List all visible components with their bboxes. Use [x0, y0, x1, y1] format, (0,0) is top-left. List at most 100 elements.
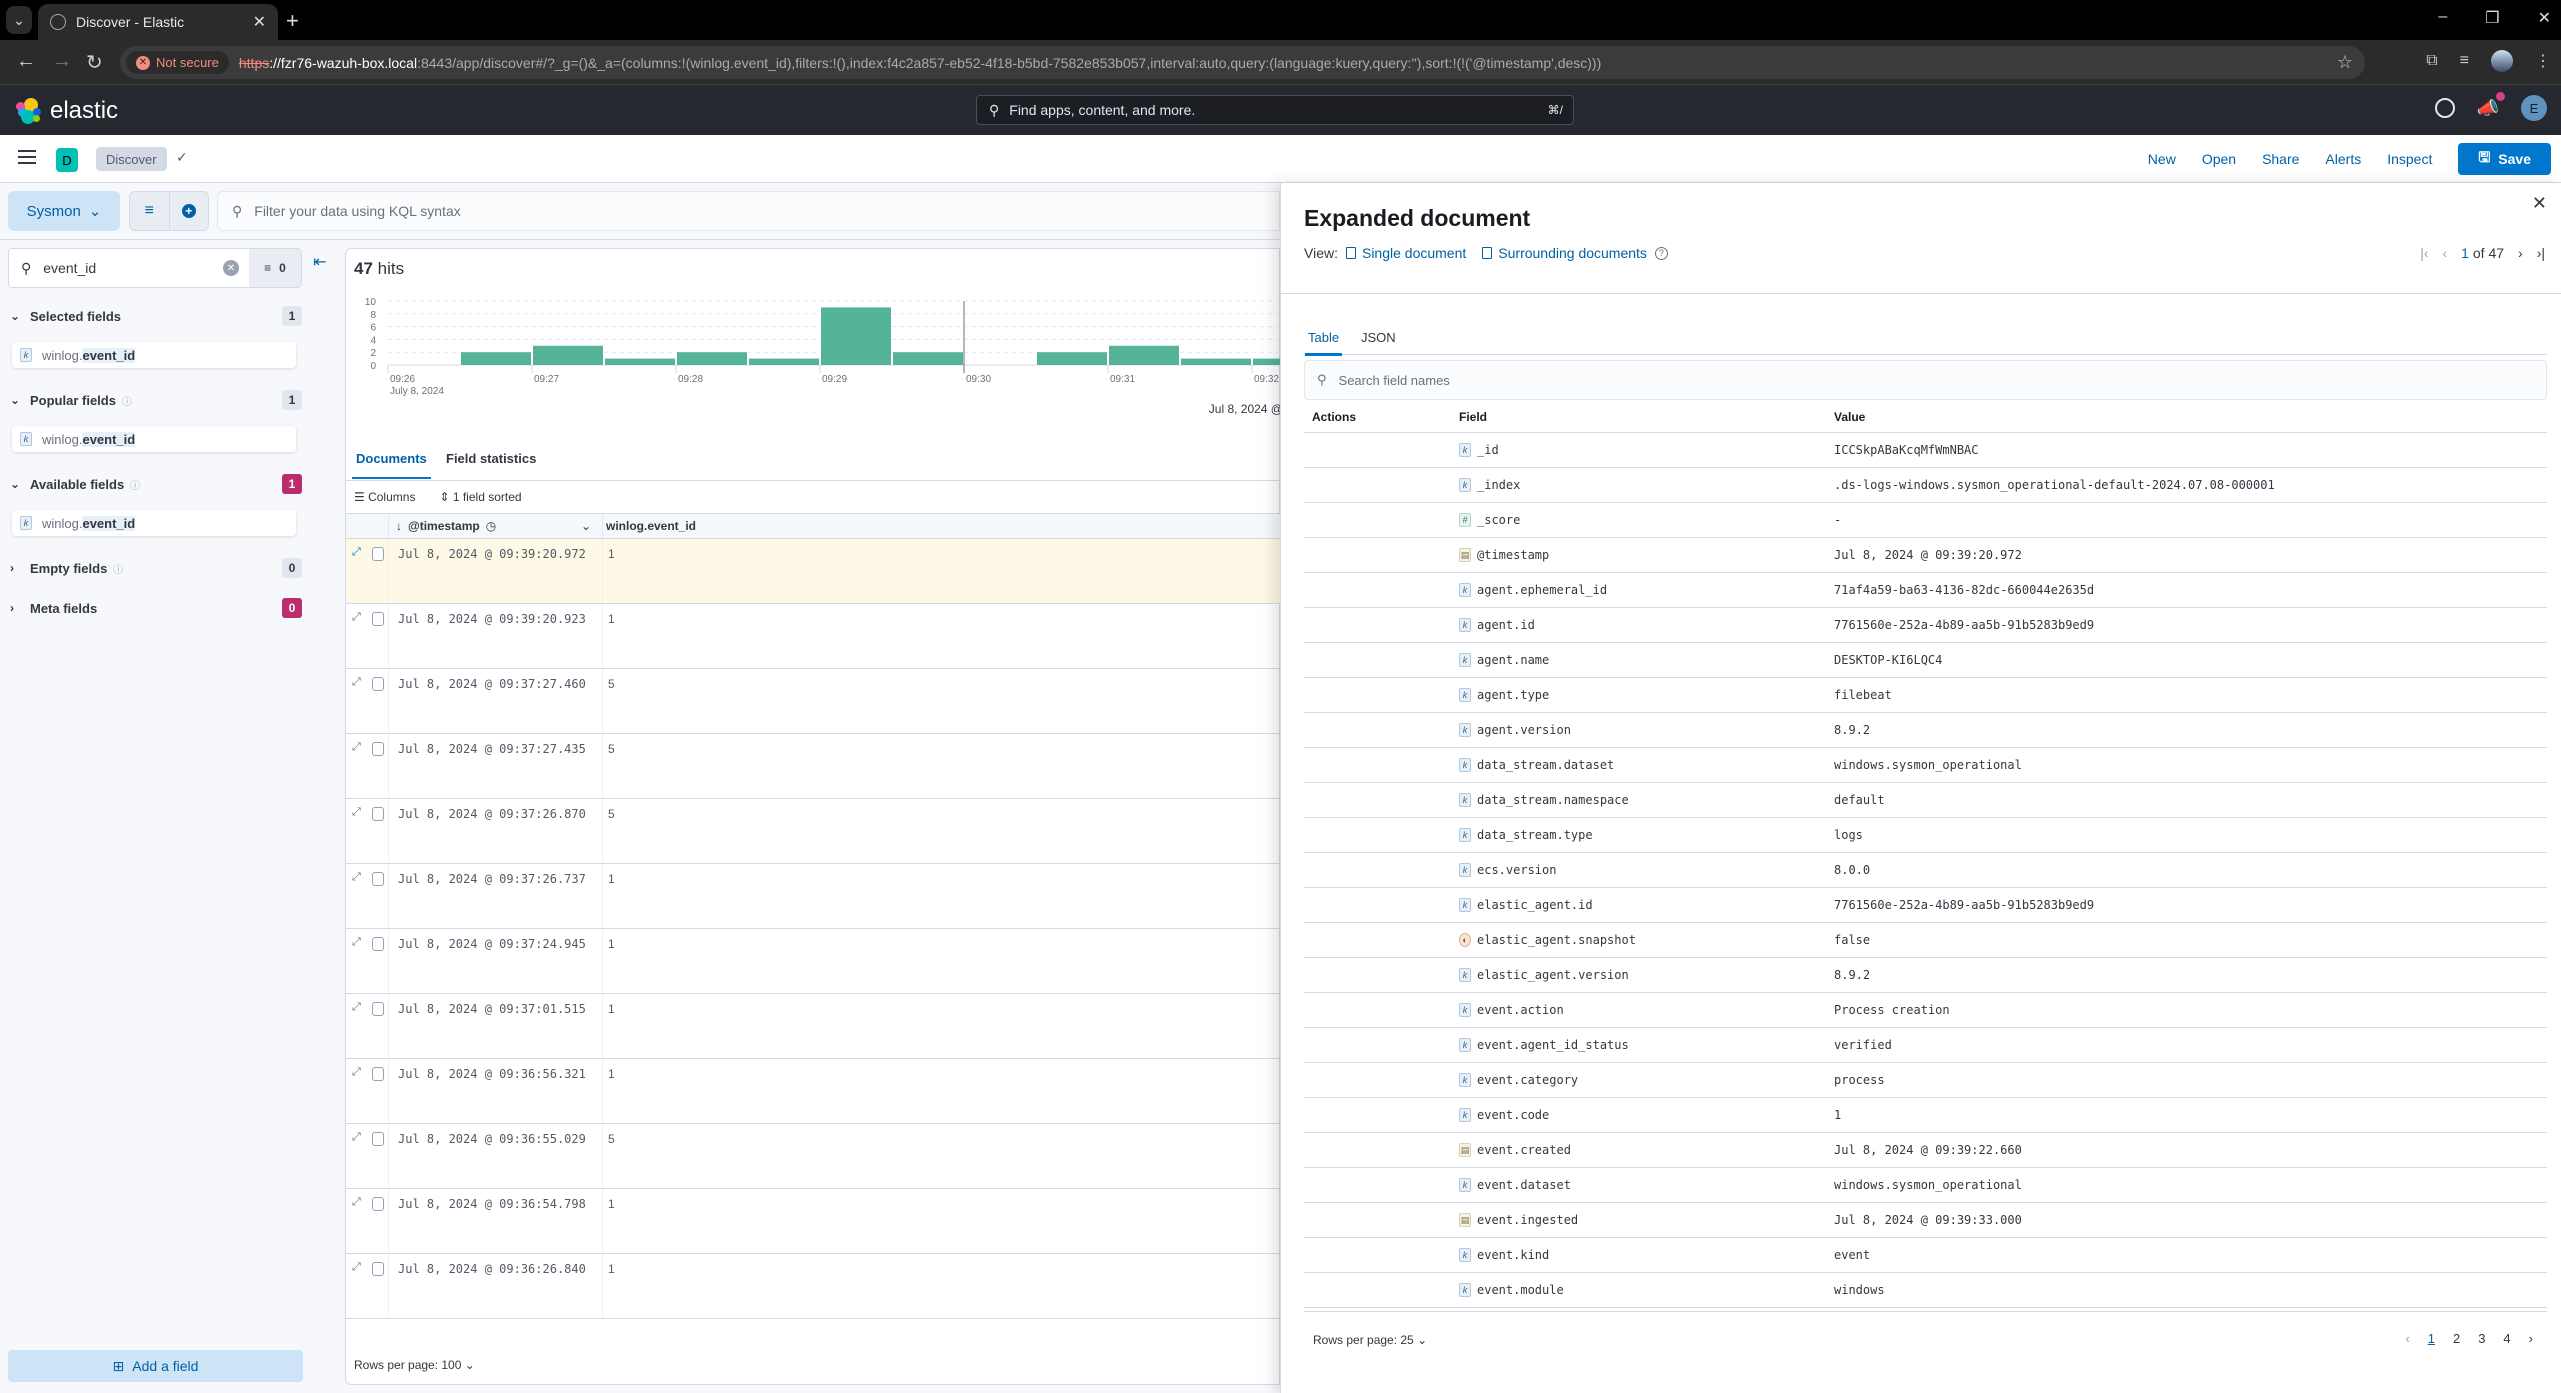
new-link[interactable]: New	[2148, 151, 2176, 167]
doc-field-row[interactable]: k agent.type filebeat	[1304, 678, 2547, 713]
histogram-bar[interactable]	[893, 352, 963, 365]
info-icon[interactable]: ⓘ	[122, 393, 132, 408]
row-checkbox[interactable]	[372, 937, 384, 951]
row-checkbox[interactable]	[372, 1132, 384, 1146]
page-1-button[interactable]: 1	[2428, 1331, 2435, 1346]
table-row[interactable]: ⤢ Jul 8, 2024 @ 09:37:27.460 5	[346, 669, 1281, 734]
info-icon[interactable]: ⓘ	[113, 561, 123, 576]
rows-per-page-button[interactable]: Rows per page: 25 ⌄	[1313, 1333, 1427, 1347]
doc-field-row[interactable]: k event.agent_id_status verified	[1304, 1028, 2547, 1063]
page-2-button[interactable]: 2	[2453, 1331, 2460, 1346]
row-checkbox[interactable]	[372, 872, 384, 886]
section-toggle[interactable]: › Empty fields ⓘ 0	[10, 556, 302, 580]
table-row[interactable]: ⤢ Jul 8, 2024 @ 09:36:55.029 5	[346, 1124, 1281, 1189]
collapse-sidebar-icon[interactable]: ⇤	[313, 252, 326, 272]
histogram-bar[interactable]	[1253, 358, 1281, 365]
table-row[interactable]: ⤢ Jul 8, 2024 @ 09:39:20.972 1	[346, 539, 1281, 604]
row-checkbox[interactable]	[372, 807, 384, 821]
histogram-bar[interactable]	[1037, 352, 1107, 365]
table-row[interactable]: ⤢ Jul 8, 2024 @ 09:37:01.515 1	[346, 994, 1281, 1059]
expand-row-icon[interactable]: ⤢	[352, 741, 361, 754]
columns-button[interactable]: ☰ Columns	[354, 490, 415, 504]
address-bar[interactable]: ✕ Not secure https://fzr76-wazuh-box.loca…	[120, 46, 2365, 79]
question-icon[interactable]: ?	[1654, 246, 1668, 260]
tab-search-button[interactable]: ⌄	[6, 6, 32, 34]
table-row[interactable]: ⤢ Jul 8, 2024 @ 09:37:26.737 1	[346, 864, 1281, 929]
expand-row-icon[interactable]: ⤢	[352, 676, 361, 689]
page-3-button[interactable]: 3	[2478, 1331, 2485, 1346]
histogram-bar[interactable]	[1181, 358, 1251, 365]
help-lifebuoy-icon[interactable]	[2434, 98, 2455, 118]
section-toggle[interactable]: ⌄ Popular fields ⓘ 1	[10, 388, 302, 412]
doc-field-row[interactable]: k agent.id 7761560e-252a-4b89-aa5b-91b5283…	[1304, 608, 2547, 643]
row-checkbox[interactable]	[372, 1002, 384, 1016]
previous-page-icon[interactable]: ‹	[2405, 1331, 2409, 1346]
breadcrumb-discover[interactable]: Discover	[96, 147, 167, 171]
row-checkbox[interactable]	[372, 1262, 384, 1276]
expand-row-icon[interactable]: ⤢	[352, 611, 361, 624]
field-item-winlog-event-id[interactable]: k winlog. event_id	[12, 510, 296, 536]
restore-icon[interactable]: ❐	[2485, 8, 2499, 28]
open-link[interactable]: Open	[2202, 151, 2236, 167]
expand-row-icon[interactable]: ⤢	[352, 936, 361, 949]
histogram-bar[interactable]	[821, 307, 891, 365]
expand-row-icon[interactable]: ⤢	[352, 1261, 361, 1274]
row-checkbox[interactable]	[372, 742, 384, 756]
page-4-button[interactable]: 4	[2503, 1331, 2510, 1346]
profile-avatar[interactable]	[2491, 50, 2513, 72]
minimize-icon[interactable]: –	[2438, 8, 2447, 28]
new-tab-button[interactable]: +	[286, 8, 299, 34]
previous-icon[interactable]: ‹	[2443, 245, 2448, 261]
chevron-down-icon[interactable]: ⌄	[581, 519, 591, 533]
doc-field-row[interactable]: k agent.name DESKTOP-KI6LQC4	[1304, 643, 2547, 678]
save-button[interactable]: 🖫 Save	[2458, 143, 2551, 175]
histogram-bar[interactable]	[533, 345, 603, 365]
alerts-link[interactable]: Alerts	[2325, 151, 2361, 167]
doc-field-row[interactable]: k data_stream.namespace default	[1304, 783, 2547, 818]
expand-row-icon[interactable]: ⤢	[352, 1001, 361, 1014]
expand-row-icon[interactable]: ⤢	[352, 871, 361, 884]
field-search-input[interactable]: ⚲ event_id ✕ ≡ 0	[8, 248, 302, 288]
add-field-button[interactable]: ⊞ Add a field	[8, 1350, 303, 1382]
histogram-bar[interactable]	[1109, 345, 1179, 365]
expand-row-icon[interactable]: ⤢	[352, 1196, 361, 1209]
doc-field-row[interactable]: k elastic_agent.id 7761560e-252a-4b89-aa5b…	[1304, 888, 2547, 923]
doc-field-row[interactable]: k event.kind event	[1304, 1238, 2547, 1273]
doc-field-row[interactable]: # _score -	[1304, 503, 2547, 538]
extensions-icon[interactable]: ⧉	[2426, 52, 2437, 70]
field-item-winlog-event-id[interactable]: k winlog. event_id	[12, 342, 296, 368]
expand-row-icon[interactable]: ⤢	[352, 546, 361, 559]
doc-field-row[interactable]: k event.module windows	[1304, 1273, 2547, 1308]
sort-button[interactable]: ⇕ 1 field sorted	[439, 490, 521, 504]
table-row[interactable]: ⤢ Jul 8, 2024 @ 09:36:54.798 1	[346, 1189, 1281, 1254]
next-icon[interactable]: ›	[2518, 245, 2523, 261]
section-toggle[interactable]: ⌄ Available fields ⓘ 1	[10, 472, 302, 496]
field-item-winlog-event-id[interactable]: k winlog. event_id	[12, 426, 296, 452]
browser-tab[interactable]: Discover - Elastic ✕	[38, 4, 278, 40]
single-document-link[interactable]: Single document	[1345, 245, 1466, 261]
doc-field-row[interactable]: ◐ elastic_agent.snapshot false	[1304, 923, 2547, 958]
rows-per-page-button[interactable]: Rows per page: 100 ⌄	[354, 1358, 475, 1372]
not-secure-badge[interactable]: ✕ Not secure	[126, 51, 229, 74]
expand-row-icon[interactable]: ⤢	[352, 806, 361, 819]
column-header-event-id[interactable]: winlog.event_id	[606, 519, 696, 533]
histogram-chart[interactable]: 0 2 46 8 10 09:26 09:27 09:28 09:29 09:30 09:31 09:…	[346, 289, 1281, 429]
tab-field-statistics[interactable]: Field statistics	[446, 451, 536, 466]
table-row[interactable]: ⤢ Jul 8, 2024 @ 09:39:20.923 1	[346, 604, 1281, 669]
browser-menu-icon[interactable]: ⋮	[2535, 51, 2551, 71]
section-toggle[interactable]: ⌄ Selected fields 1	[10, 304, 302, 328]
row-checkbox[interactable]	[372, 547, 384, 561]
kql-query-input[interactable]: ⚲ Filter your data using KQL syntax	[217, 191, 1280, 231]
global-search-input[interactable]: ⚲ Find apps, content, and more. ⌘/	[976, 95, 1574, 125]
doc-field-row[interactable]: k event.code 1	[1304, 1098, 2547, 1133]
close-window-icon[interactable]: ✕	[2538, 8, 2551, 28]
doc-field-row[interactable]: k agent.version 8.9.2	[1304, 713, 2547, 748]
add-filter-button[interactable]: +	[168, 192, 209, 230]
field-type-filter-button[interactable]: ≡ 0	[249, 249, 301, 287]
histogram-bar[interactable]	[677, 352, 747, 365]
table-row[interactable]: ⤢ Jul 8, 2024 @ 09:37:26.870 5	[346, 799, 1281, 864]
table-row[interactable]: ⤢ Jul 8, 2024 @ 09:36:56.321 1	[346, 1059, 1281, 1124]
doc-field-row[interactable]: k agent.ephemeral_id 71af4a59-ba63-4136-82…	[1304, 573, 2547, 608]
surrounding-documents-link[interactable]: Surrounding documents	[1482, 245, 1647, 261]
row-checkbox[interactable]	[372, 1197, 384, 1211]
